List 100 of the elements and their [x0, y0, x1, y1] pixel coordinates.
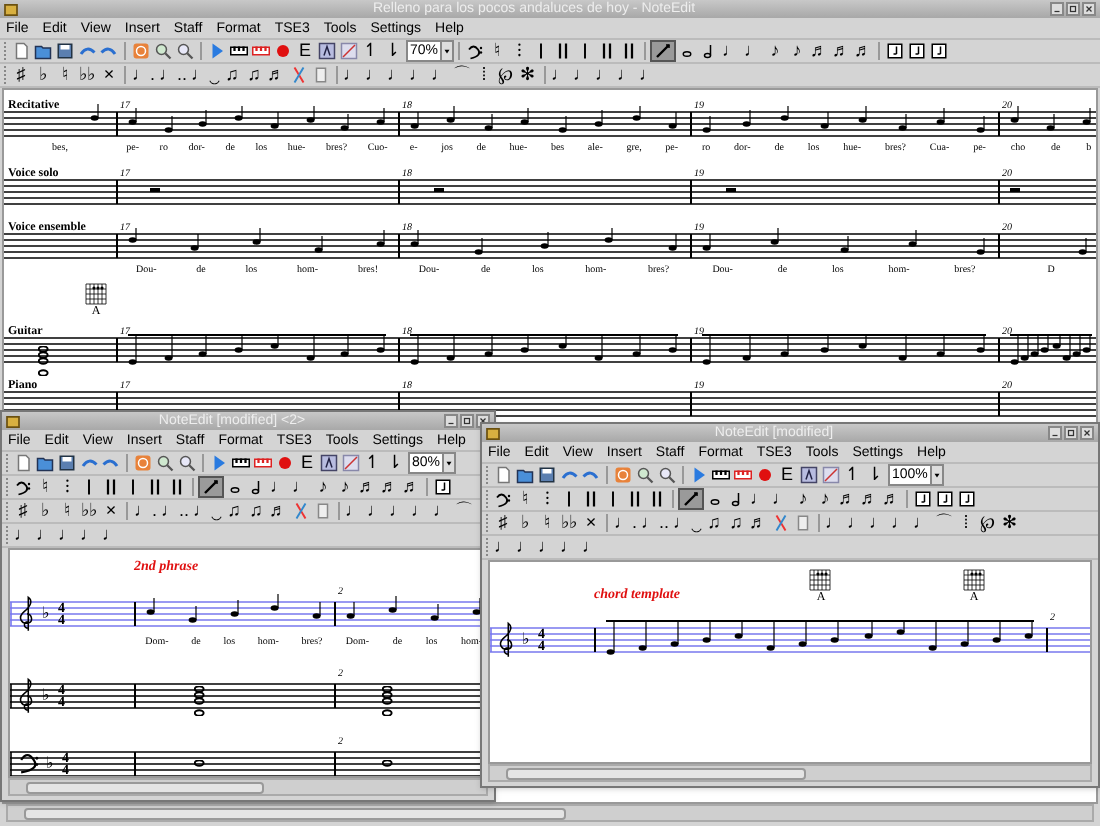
toolbar-button[interactable]: E [776, 464, 798, 486]
toolbar-button[interactable]: ♩ [34, 524, 56, 546]
toolbar-button[interactable]: ♩ [571, 64, 594, 86]
toolbar-button[interactable]: ♩ [514, 536, 536, 558]
toolbar-button[interactable]: ♩. [132, 500, 160, 522]
toolbar-button[interactable]: ⁞ [473, 64, 496, 86]
horizontal-scrollbar[interactable] [6, 804, 1094, 822]
save-button[interactable] [56, 452, 78, 474]
new-button[interactable] [12, 452, 34, 474]
toolbar-button[interactable]: E [294, 40, 316, 62]
zoom-out-button[interactable] [656, 464, 678, 486]
toolbar-button[interactable]: ♩ [580, 536, 602, 558]
clef-button[interactable] [12, 476, 34, 498]
chart-button[interactable] [820, 464, 842, 486]
toolbar-button[interactable]: ♬ [378, 476, 400, 498]
toolbar-button[interactable]: ♩ [363, 64, 386, 86]
toolbar-button[interactable]: ♩ [429, 64, 452, 86]
open-button[interactable] [514, 464, 536, 486]
toolbar-button[interactable]: ♪ [334, 476, 356, 498]
chart-button[interactable] [340, 452, 362, 474]
toolbar-button[interactable]: ♫ [245, 500, 268, 522]
zoom-in-button[interactable] [634, 464, 656, 486]
toolbar-button[interactable]: ♬ [356, 476, 378, 498]
toolbar-button[interactable]: ♩. [130, 64, 158, 86]
toolbar-button[interactable]: ♩.. [639, 512, 672, 534]
toolbar-button[interactable]: ♬ [830, 40, 853, 62]
toolbar-button[interactable]: ♭♭ [76, 64, 98, 86]
new-button[interactable] [10, 40, 32, 62]
toolbar-button[interactable]: ♬ [747, 512, 770, 534]
toolbar-button[interactable]: ♮ [54, 64, 76, 86]
toolbar-button[interactable]: ♬ [400, 476, 422, 498]
maximize-button[interactable] [1066, 2, 1080, 16]
toolbar-button[interactable]: ♭♭ [78, 500, 100, 522]
frame-button[interactable] [956, 488, 978, 510]
toolbar-button[interactable]: ⌒ [933, 512, 956, 534]
toolbar-button[interactable]: × [580, 512, 602, 534]
toolbar-button[interactable]: ♩ [343, 500, 366, 522]
toolbar-button[interactable]: ♩ [431, 500, 454, 522]
toolbar-button[interactable]: ℘ [977, 512, 1000, 534]
toolbar-button[interactable]: ♭ [32, 64, 54, 86]
toolbar-button[interactable]: ♭ [34, 500, 56, 522]
toolbar-button[interactable]: ↿ [362, 452, 384, 474]
toolbar-button[interactable]: ♫ [703, 512, 726, 534]
toolbar-button[interactable]: ♩ [290, 476, 312, 498]
toolbar-button[interactable]: ♩‿ [671, 512, 704, 534]
toolbar-button[interactable]: ♬ [880, 488, 902, 510]
toolbar-button[interactable]: ♩ [12, 524, 34, 546]
toolbar-button[interactable]: ♩ [889, 512, 912, 534]
frame-button[interactable] [912, 488, 934, 510]
toolbar-button[interactable]: ♮ [536, 512, 558, 534]
toolbar-button[interactable]: ♩ [637, 64, 660, 86]
close-button[interactable] [1082, 2, 1096, 16]
open-button[interactable] [32, 40, 54, 62]
frame-button[interactable] [906, 40, 929, 62]
new-button[interactable] [492, 464, 514, 486]
toolbar-button[interactable]: ♩.. [159, 500, 192, 522]
toolbar-button[interactable]: ♯ [12, 500, 34, 522]
toolbar-button[interactable]: ♩. [612, 512, 640, 534]
toolbar-button[interactable]: ♬ [808, 40, 831, 62]
toolbar-button[interactable]: ♩‿ [189, 64, 222, 86]
toolbar-button[interactable]: ♯ [10, 64, 32, 86]
toolbar-button[interactable]: ♭ [514, 512, 536, 534]
toolbar-button[interactable]: ♪ [792, 488, 814, 510]
horizontal-scrollbar[interactable] [8, 778, 488, 796]
zoom-out-button[interactable] [176, 452, 198, 474]
toolbar-button[interactable]: ♫ [223, 500, 246, 522]
toolbar-button[interactable]: ♩ [748, 488, 770, 510]
toolbar-button[interactable]: ♩ [387, 500, 410, 522]
toolbar-button[interactable]: ♬ [858, 488, 880, 510]
frame-button[interactable] [934, 488, 956, 510]
toolbar-button[interactable]: ♩ [558, 536, 580, 558]
toolbar-button[interactable]: ♩ [823, 512, 846, 534]
pencil-tool-button[interactable] [650, 40, 677, 62]
toolbar-button[interactable]: ♩ [409, 500, 432, 522]
toolbar-button[interactable]: ⌒ [453, 500, 476, 522]
toolbar-button[interactable]: ♩ [268, 476, 290, 498]
chart-button[interactable] [338, 40, 360, 62]
staff-tool-button[interactable] [316, 40, 338, 62]
toolbar-button[interactable]: ♮ [56, 500, 78, 522]
toolbar-button[interactable]: ♩ [593, 64, 616, 86]
clef-button[interactable] [464, 40, 487, 62]
zoom-in-button[interactable] [154, 452, 176, 474]
save-button[interactable] [536, 464, 558, 486]
record-button[interactable] [272, 40, 294, 62]
toolbar-button[interactable]: ♬ [267, 500, 290, 522]
horizontal-scrollbar[interactable] [488, 764, 1092, 782]
toolbar-button[interactable]: ♯ [492, 512, 514, 534]
toolbar-button[interactable]: ♬ [265, 64, 288, 86]
clef-button[interactable] [492, 488, 514, 510]
toolbar-button[interactable]: ⌒ [451, 64, 474, 86]
toolbar-button[interactable]: ⁝ [536, 488, 558, 510]
staff-tool-button[interactable] [798, 464, 820, 486]
toolbar-button[interactable]: ♩ [867, 512, 890, 534]
pencil-tool-button[interactable] [678, 488, 704, 510]
toolbar-button[interactable]: ♩ [536, 536, 558, 558]
frame-button[interactable] [928, 40, 951, 62]
open-button[interactable] [34, 452, 56, 474]
toolbar-button[interactable]: ♩ [100, 524, 122, 546]
toolbar-button[interactable]: ⇂ [864, 464, 886, 486]
toolbar-button[interactable]: ♩ [407, 64, 430, 86]
